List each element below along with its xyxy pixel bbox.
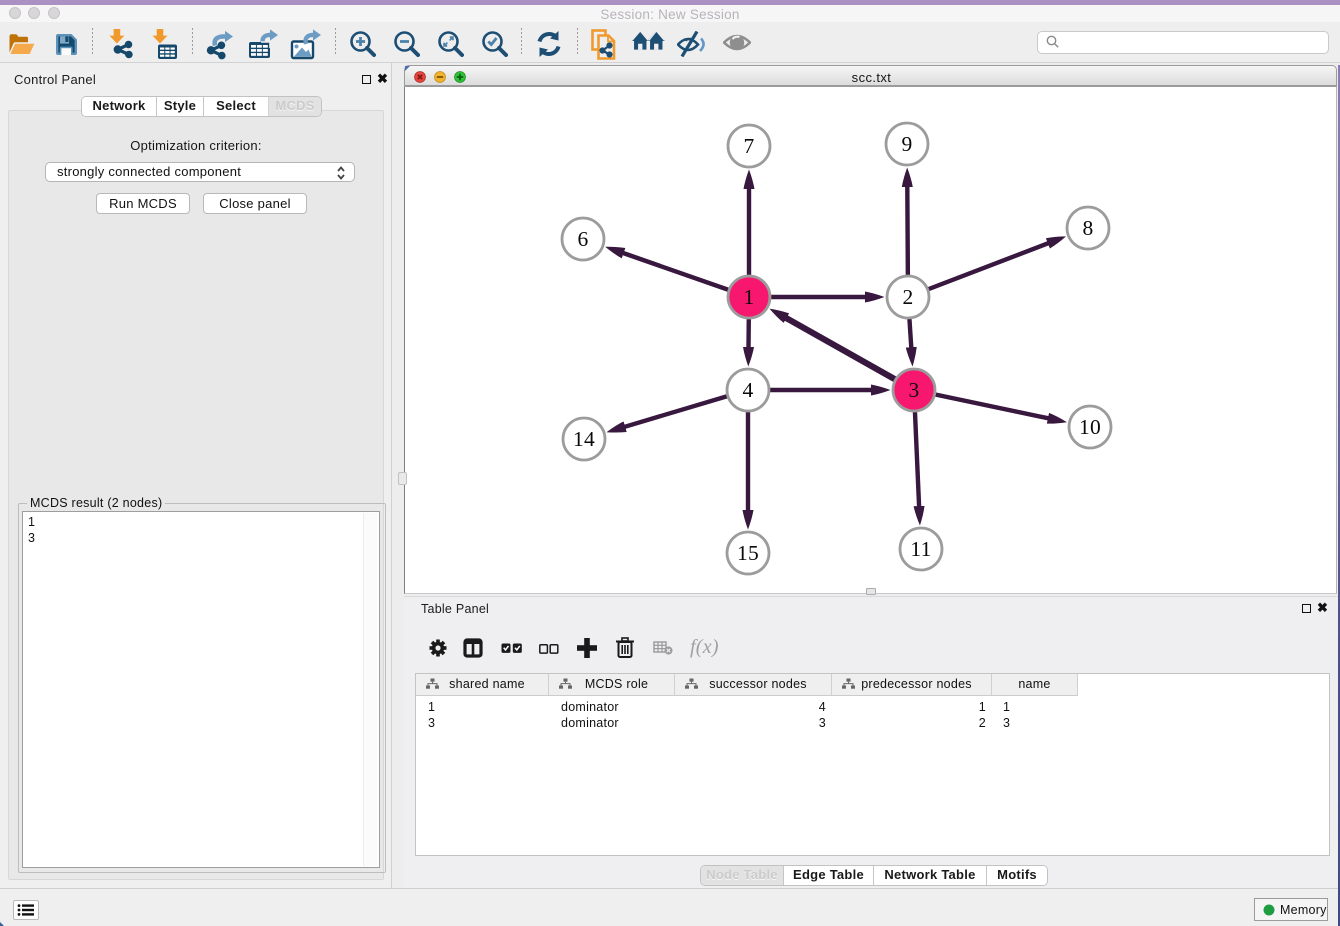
- svg-text:1: 1: [744, 285, 755, 309]
- svg-text:11: 11: [910, 537, 931, 561]
- svg-text:6: 6: [578, 227, 589, 251]
- svg-text:8: 8: [1083, 216, 1094, 240]
- svg-text:3: 3: [909, 378, 920, 402]
- svg-text:4: 4: [743, 378, 754, 402]
- svg-text:2: 2: [903, 285, 914, 309]
- svg-text:10: 10: [1079, 415, 1101, 439]
- svg-text:15: 15: [737, 541, 759, 565]
- svg-text:9: 9: [902, 132, 913, 156]
- svg-text:7: 7: [744, 134, 755, 158]
- svg-text:14: 14: [573, 427, 595, 451]
